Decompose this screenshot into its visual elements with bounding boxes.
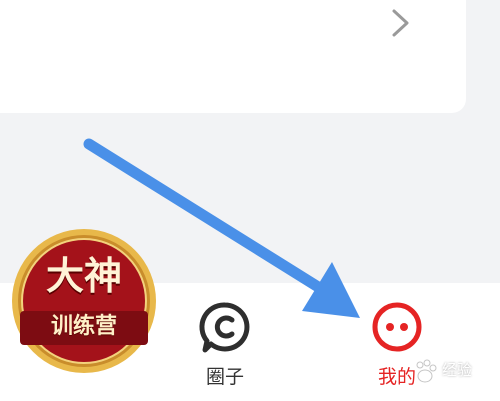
profile-dots-icon — [372, 302, 422, 352]
watermark-text: 经验 — [442, 361, 473, 379]
badge-subtitle: 训练营 — [50, 314, 117, 339]
tab-quanzi[interactable]: 圈子 — [165, 283, 285, 401]
chevron-right-icon — [392, 9, 409, 37]
settings-card[interactable] — [0, 0, 466, 113]
watermark: 经验 — [412, 352, 494, 392]
badge-title: 大神 — [45, 254, 122, 298]
circle-chat-icon — [199, 302, 250, 353]
paw-icon — [416, 359, 437, 383]
badge-emblem — [12, 229, 156, 373]
dashen-badge-logo: 大神 训练营 — [10, 227, 158, 375]
tab-label-quanzi: 圈子 — [205, 366, 244, 388]
